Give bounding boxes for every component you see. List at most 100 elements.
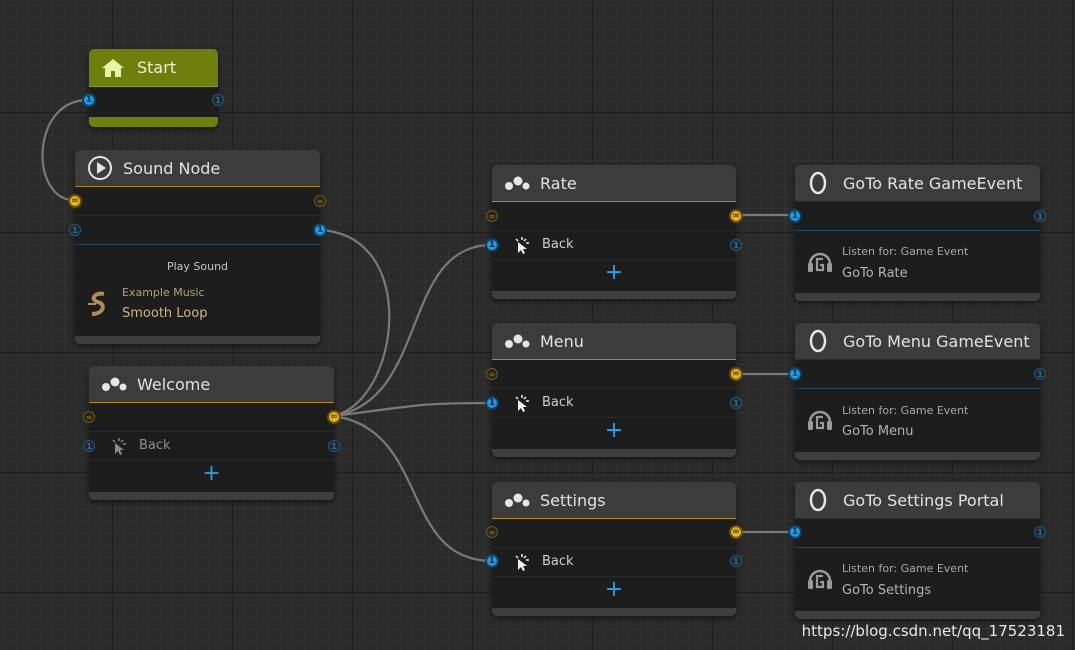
goto-menu-row-1 [795,360,1040,389]
goto-rate-node[interactable]: GoTo Rate GameEvent Listen for: Game Eve… [788,165,1046,301]
rate-back-label: Back [542,237,574,252]
sound-node-row-1 [75,187,320,216]
menu-node[interactable]: Menu Back + ∞ ∞ 1 1 [485,323,743,457]
rate-back-output-port[interactable]: 1 [730,239,742,251]
start-node-row [89,87,218,113]
settings-node-row-1 [492,519,736,548]
rate-back-input-port[interactable]: 1 [485,238,499,252]
rate-input-port-inactive[interactable]: ∞ [486,210,498,222]
goto-rate-input-port[interactable]: 1 [788,209,802,223]
welcome-node-row-1 [89,403,334,432]
home-icon [101,58,129,78]
portal-ring-icon [807,488,835,512]
goto-menu-output-port[interactable]: 1 [1034,368,1046,380]
menu-node-header[interactable]: Menu [492,323,736,360]
wire-welcome-to-menu [333,401,493,418]
welcome-node-header[interactable]: Welcome [89,366,334,403]
portal-ring-icon [807,171,835,195]
menu-add-button[interactable]: + [492,420,736,442]
menu-node-row-1 [492,360,736,389]
ui-nodes-icon [504,175,532,191]
welcome-node-title: Welcome [137,374,211,394]
start-node-title: Start [137,58,177,77]
welcome-back-input-port[interactable]: 1 [83,440,95,452]
menu-node-title: Menu [540,331,584,351]
sound-output-port[interactable]: 1 [313,223,327,237]
ui-nodes-icon [101,376,129,392]
settings-output-port[interactable]: ∞ [729,525,743,539]
cursor-click-icon [512,553,532,575]
ui-nodes-icon [504,333,532,349]
goto-menu-input-port[interactable]: 1 [788,367,802,381]
goto-settings-title: GoTo Settings Portal [843,490,1004,510]
settings-back-row[interactable]: Back [492,548,736,577]
rate-node[interactable]: Rate Back + ∞ ∞ 1 1 [485,165,743,299]
goto-rate-event-name[interactable]: GoTo Rate [842,266,908,281]
goto-menu-event-name[interactable]: GoTo Menu [842,424,914,439]
goto-rate-header[interactable]: GoTo Rate GameEvent [795,165,1040,202]
rate-back-row[interactable]: Back [492,231,736,260]
sound-input-port[interactable]: ∞ [68,194,82,208]
goto-rate-output-port[interactable]: 1 [1034,210,1046,222]
goto-rate-listen-label: Listen for: Game Event [842,245,969,258]
goto-settings-header[interactable]: GoTo Settings Portal [795,482,1040,519]
rate-node-row-1 [492,202,736,231]
start-output-port[interactable]: 1 [212,94,224,106]
start-node[interactable]: Start 1 1 [82,49,224,127]
rate-add-button[interactable]: + [492,262,736,284]
settings-node-header[interactable]: Settings [492,482,736,519]
goto-settings-node[interactable]: GoTo Settings Portal Listen for: Game Ev… [788,482,1046,619]
sound-asset-name[interactable]: Smooth Loop [122,306,207,321]
sound-node-header[interactable]: Sound Node [75,150,320,187]
welcome-input-port-inactive[interactable]: ∞ [83,411,95,423]
goto-menu-header[interactable]: GoTo Menu GameEvent [795,323,1040,360]
goto-settings-listen-label: Listen for: Game Event [842,562,969,575]
rate-node-header[interactable]: Rate [492,165,736,202]
goto-settings-row-1 [795,519,1040,548]
menu-input-port-inactive[interactable]: ∞ [486,368,498,380]
start-input-port[interactable]: 1 [82,93,96,107]
rate-output-port[interactable]: ∞ [729,209,743,223]
goto-menu-title: GoTo Menu GameEvent [843,331,1030,351]
settings-add-button[interactable]: + [492,579,736,601]
menu-back-label: Back [542,395,574,410]
sound-left-connection-port[interactable]: 1 [69,224,81,236]
menu-back-input-port[interactable]: 1 [485,396,499,410]
welcome-back-output-port[interactable]: 1 [328,440,340,452]
welcome-add-button[interactable]: + [89,463,334,485]
goto-settings-event-name[interactable]: GoTo Settings [842,583,931,598]
sound-asset-type: Example Music [122,286,205,299]
welcome-node[interactable]: Welcome Back + ∞ ∞ 1 1 [83,366,341,500]
ui-nodes-icon [504,492,532,508]
menu-back-row[interactable]: Back [492,389,736,418]
settings-input-port-inactive[interactable]: ∞ [486,526,498,538]
settings-back-output-port[interactable]: 1 [730,555,742,567]
settings-node[interactable]: Settings Back + ∞ ∞ 1 1 [485,482,743,616]
menu-back-output-port[interactable]: 1 [730,397,742,409]
menu-output-port[interactable]: ∞ [729,367,743,381]
cursor-click-icon [512,394,532,416]
goto-menu-node[interactable]: GoTo Menu GameEvent Listen for: Game Eve… [788,323,1046,460]
settings-back-label: Back [542,554,574,569]
goto-rate-title: GoTo Rate GameEvent [843,173,1023,193]
goto-settings-output-port[interactable]: 1 [1034,526,1046,538]
goto-rate-row-1 [795,202,1040,231]
sound-node[interactable]: Sound Node Play Sound Example Music Smoo… [68,150,327,344]
start-node-footer [89,117,218,127]
welcome-back-row[interactable]: Back [89,432,334,461]
wire-welcome-to-settings [333,414,493,563]
game-event-icon [806,248,834,280]
sound-node-row-2 [75,216,320,245]
goto-menu-listen-label: Listen for: Game Event [842,404,969,417]
cursor-click-icon [512,236,532,258]
welcome-output-port[interactable]: ∞ [327,410,341,424]
watermark: https://blog.csdn.net/qq_17523181 [801,622,1065,640]
game-event-icon [806,565,834,597]
wire-welcome-to-rate [333,243,493,418]
settings-node-title: Settings [540,490,606,510]
goto-settings-input-port[interactable]: 1 [788,525,802,539]
settings-back-input-port[interactable]: 1 [485,554,499,568]
sound-output-port-inactive[interactable]: ∞ [314,195,326,207]
start-node-header[interactable]: Start [89,49,218,87]
rate-node-title: Rate [540,173,577,193]
